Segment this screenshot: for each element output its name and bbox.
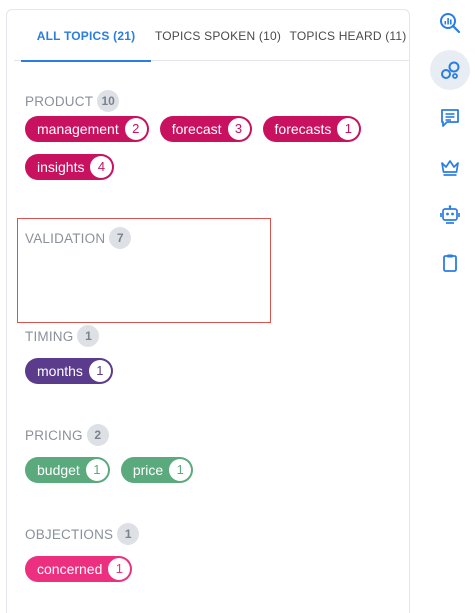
chip-count: 2 bbox=[124, 118, 147, 140]
section-title: TIMING bbox=[25, 328, 74, 344]
chip-label: insights bbox=[37, 159, 85, 175]
crown-icon[interactable] bbox=[434, 151, 466, 183]
search-analytics-icon[interactable] bbox=[434, 7, 466, 39]
chip-label: budget bbox=[37, 462, 80, 478]
section-title: VALIDATION bbox=[25, 230, 106, 246]
chip-count: 4 bbox=[90, 156, 113, 178]
count-badge: 10 bbox=[97, 90, 120, 112]
chip-count: 1 bbox=[85, 459, 108, 481]
section-validation: VALIDATION 7 bbox=[25, 227, 132, 249]
clipboard-icon[interactable] bbox=[434, 247, 466, 279]
chip-label: concerned bbox=[37, 561, 103, 577]
chip-label: forecasts bbox=[274, 121, 332, 137]
topic-chip-price[interactable]: price 1 bbox=[120, 457, 194, 483]
section-title: PRODUCT bbox=[25, 93, 94, 109]
chip-count: 1 bbox=[108, 558, 131, 580]
count-badge: 2 bbox=[86, 424, 109, 446]
chip-count: 1 bbox=[169, 459, 192, 481]
chip-label: price bbox=[132, 462, 164, 478]
count-badge: 1 bbox=[117, 523, 140, 545]
tab-topics-spoken[interactable]: TOPICS SPOKEN (10) bbox=[154, 10, 282, 61]
chip-count: 1 bbox=[88, 360, 111, 382]
tab-topics-heard[interactable]: TOPICS HEARD (11) bbox=[286, 10, 410, 61]
chip-count: 3 bbox=[227, 118, 250, 140]
chip-count: 1 bbox=[337, 118, 360, 140]
topic-chip-forecasts[interactable]: forecasts 1 bbox=[262, 116, 362, 142]
topic-chip-months[interactable]: months 1 bbox=[25, 358, 113, 384]
section-title: PRICING bbox=[25, 427, 83, 443]
section-objections: OBJECTIONS 1 concerned 1 bbox=[25, 523, 395, 594]
section-pricing: PRICING 2 budget 1 price 1 bbox=[25, 424, 395, 495]
section-title: OBJECTIONS bbox=[25, 526, 114, 542]
section-timing: TIMING 1 months 1 bbox=[25, 325, 395, 396]
chip-label: management bbox=[37, 121, 119, 137]
chip-label: forecast bbox=[171, 121, 222, 137]
topics-icon[interactable] bbox=[430, 50, 470, 90]
section-product: PRODUCT 10 management 2 forecast 3 forec… bbox=[25, 90, 395, 192]
comments-icon[interactable] bbox=[434, 102, 466, 134]
count-badge: 1 bbox=[77, 325, 100, 347]
topic-chip-concerned[interactable]: concerned 1 bbox=[25, 556, 133, 582]
tab-all-topics[interactable]: ALL TOPICS (21) bbox=[21, 10, 151, 62]
topic-chip-insights[interactable]: insights 4 bbox=[25, 154, 115, 180]
topic-tabs: ALL TOPICS (21) TOPICS SPOKEN (10) TOPIC… bbox=[14, 10, 410, 62]
count-badge: 7 bbox=[109, 227, 132, 249]
topic-chip-management[interactable]: management 2 bbox=[25, 116, 149, 142]
topic-chip-budget[interactable]: budget 1 bbox=[25, 457, 110, 483]
chip-label: months bbox=[37, 363, 83, 379]
topic-chip-forecast[interactable]: forecast 3 bbox=[159, 116, 252, 142]
robot-icon[interactable] bbox=[434, 199, 466, 231]
